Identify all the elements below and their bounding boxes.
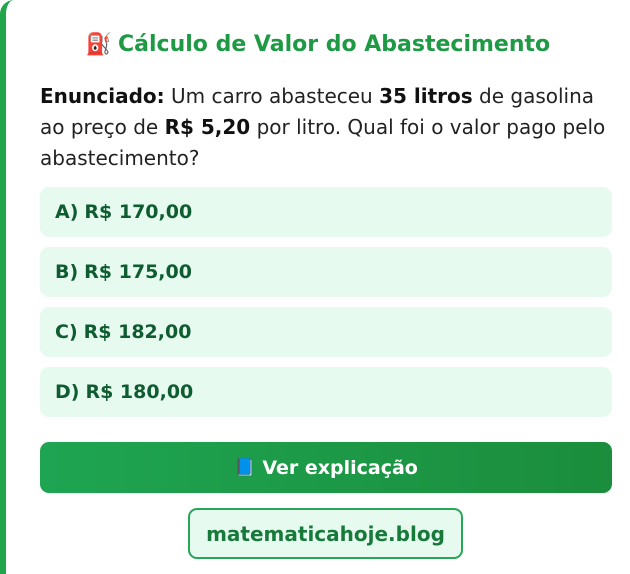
site-link[interactable]: matematicahoje.blog bbox=[188, 508, 463, 559]
fuel-pump-icon: ⛽ bbox=[85, 32, 113, 56]
show-explanation-label: Ver explicação bbox=[262, 456, 418, 479]
option-letter: D) bbox=[55, 381, 80, 403]
quiz-card: ⛽ Cálculo de Valor do Abastecimento Enunc… bbox=[0, 0, 630, 574]
statement-liters: 35 litros bbox=[379, 84, 473, 108]
quiz-title-text: Cálculo de Valor do Abastecimento bbox=[118, 32, 551, 57]
option-letter: A) bbox=[55, 201, 79, 223]
option-value: R$ 175,00 bbox=[84, 261, 192, 283]
quiz-title: ⛽ Cálculo de Valor do Abastecimento bbox=[6, 32, 630, 57]
option-d[interactable]: D) R$ 180,00 bbox=[40, 367, 612, 417]
option-value: R$ 180,00 bbox=[85, 381, 194, 403]
option-a[interactable]: A) R$ 170,00 bbox=[40, 187, 612, 237]
site-link-label: matematicahoje.blog bbox=[206, 521, 445, 546]
option-c[interactable]: C) R$ 182,00 bbox=[40, 307, 612, 357]
option-letter: C) bbox=[55, 321, 78, 343]
statement-price: R$ 5,20 bbox=[164, 115, 251, 139]
show-explanation-button[interactable]: 📘 Ver explicação bbox=[40, 442, 612, 493]
statement-text-1: Um carro abasteceu bbox=[164, 84, 380, 108]
statement-label: Enunciado: bbox=[40, 84, 165, 108]
option-value: R$ 182,00 bbox=[83, 321, 192, 343]
question-statement: Enunciado: Um carro abasteceu 35 litros … bbox=[40, 81, 620, 174]
book-icon: 📘 bbox=[234, 457, 256, 478]
option-value: R$ 170,00 bbox=[84, 201, 193, 223]
option-letter: B) bbox=[55, 261, 79, 283]
option-b[interactable]: B) R$ 175,00 bbox=[40, 247, 612, 297]
